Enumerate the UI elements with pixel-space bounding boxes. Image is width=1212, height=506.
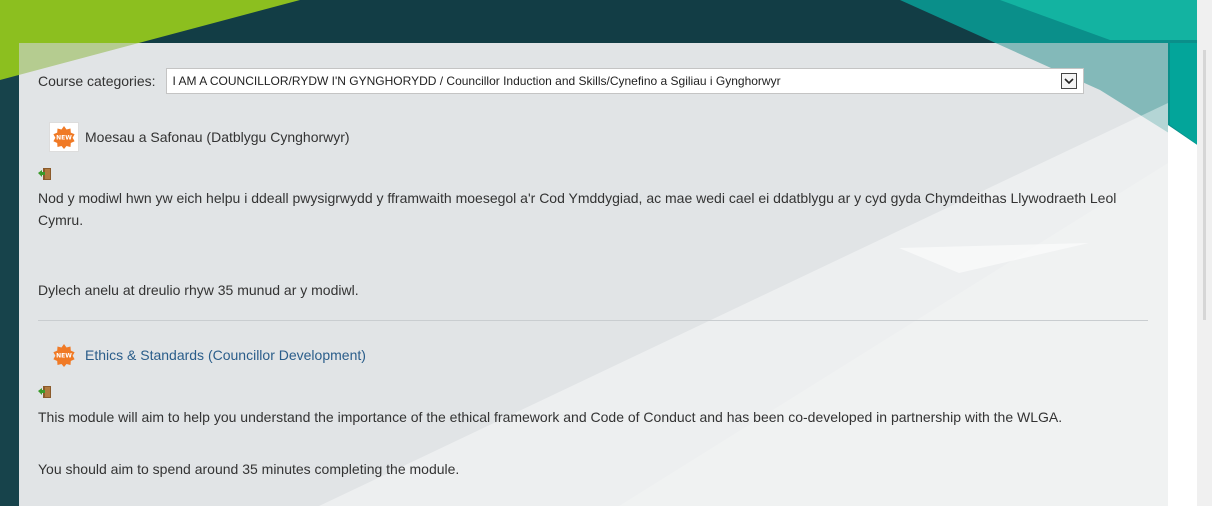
course-categories-label: Course categories: [38,73,156,89]
course-categories-row: Course categories: I AM A COUNCILLOR/RYD… [38,67,1084,95]
course-title-row: NEW Ethics & Standards (Councillor Devel… [49,340,366,370]
guest-access-icon [38,386,51,398]
course-categories-select[interactable]: I AM A COUNCILLOR/RYDW I'N GYNGHORYDD / … [165,68,1084,94]
new-badge-icon: NEW [49,340,79,370]
guest-access-icon [38,168,51,180]
course-title-link[interactable]: Ethics & Standards (Councillor Developme… [85,347,366,363]
course-title[interactable]: Moesau a Safonau (Datblygu Cynghorwyr) [85,129,350,145]
panel-decoration [319,103,1168,506]
page-scrollbar[interactable] [1197,0,1212,506]
course-title-row: NEW Moesau a Safonau (Datblygu Cynghorwy… [49,122,350,152]
course-duration-text: You should aim to spend around 35 minute… [38,461,460,477]
course-description: Nod y modiwl hwn yw eich helpu i ddeall … [38,190,1117,228]
course-description: This module will aim to help you underst… [38,409,1063,425]
chevron-down-icon[interactable] [1060,73,1077,89]
course-categories-selected-value: I AM A COUNCILLOR/RYDW I'N GYNGHORYDD / … [172,74,781,88]
new-badge-icon: NEW [49,122,79,152]
course-duration-text: Dylech anelu at dreulio rhyw 35 munud ar… [38,282,359,298]
content-panel: Course categories: I AM A COUNCILLOR/RYD… [19,43,1168,506]
scrollbar-thumb[interactable] [1203,50,1206,320]
course-divider [38,320,1148,321]
new-badge-text: NEW [56,135,72,142]
new-badge-text: NEW [56,353,72,360]
